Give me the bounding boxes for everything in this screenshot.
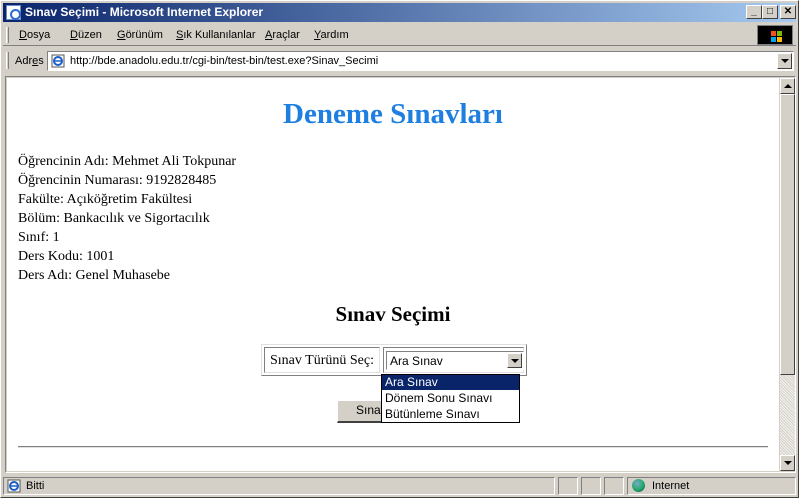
menu-view-label: örünüm [125, 29, 163, 41]
status-bar: Bitti Internet [3, 476, 796, 496]
section-title: Sınav Seçimi [335, 302, 451, 326]
window-title: Sınav Seçimi - Microsoft Internet Explor… [25, 5, 264, 19]
course-name: Ders Adı: Genel Muhasebe [18, 268, 171, 283]
status-pane [558, 477, 578, 495]
maximize-button[interactable]: □ [762, 5, 778, 19]
menu-edit-accel: D [70, 29, 78, 41]
menu-view-accel: G [117, 29, 126, 41]
option-midterm[interactable]: Ara Sınav [382, 375, 519, 390]
exam-type-dropdown-button[interactable] [507, 353, 522, 368]
vertical-scrollbar[interactable] [780, 78, 795, 471]
department: Bölüm: Bankacılık ve Sigortacılık [18, 211, 210, 226]
arrow-down-icon [784, 461, 792, 465]
student-name: Öğrencinin Adı: Mehmet Ali Tokpunar [18, 154, 237, 169]
toolbar-grip[interactable] [6, 27, 9, 43]
page-title: Deneme Sınavları [283, 98, 503, 130]
student-info: Öğrencinin Adı: Mehmet Ali Tokpunar Öğre… [18, 152, 236, 285]
course-code: Ders Kodu: 1001 [18, 249, 115, 264]
scroll-up-button[interactable] [780, 78, 795, 94]
browser-window: Sınav Seçimi - Microsoft Internet Explor… [0, 0, 799, 498]
address-label-post: s [38, 55, 44, 67]
faculty: Fakülte: Açıköğretim Fakültesi [18, 192, 193, 207]
student-number: Öğrencinin Numarası: 9192828485 [18, 173, 217, 188]
chevron-down-icon [511, 359, 519, 363]
menu-file-accel: D [19, 29, 27, 41]
content-frame: Deneme Sınavları Öğrencinin Adı: Mehmet … [5, 76, 796, 473]
address-bar: Adres http://bde.anadolu.edu.tr/cgi-bin/… [3, 48, 796, 73]
menu-tools-label: raçlar [272, 29, 300, 41]
option-final[interactable]: Dönem Sonu Sınavı [382, 391, 519, 406]
scroll-down-button[interactable] [780, 455, 795, 471]
status-main-pane: Bitti [3, 477, 555, 495]
address-label: Adres [15, 55, 44, 67]
status-text: Bitti [26, 480, 45, 492]
zone-text: Internet [652, 480, 690, 492]
close-button[interactable]: ✕ [780, 5, 796, 19]
select-cell: Ara Sınav [383, 347, 524, 373]
windows-logo-icon [757, 25, 793, 45]
status-pane [581, 477, 601, 495]
menu-view[interactable]: Görünüm [117, 29, 163, 41]
status-pane [604, 477, 624, 495]
address-url: http://bde.anadolu.edu.tr/cgi-bin/test-b… [70, 55, 379, 67]
exam-type-select[interactable]: Ara Sınav [386, 351, 524, 370]
menu-edit[interactable]: Düzen [70, 29, 102, 41]
exam-select-table: Sınav Türünü Seç: Ara Sınav [261, 344, 527, 376]
scroll-thumb[interactable] [780, 94, 795, 375]
menu-help-label: ardım [320, 29, 349, 41]
select-label-cell: Sınav Türünü Seç: [264, 347, 380, 373]
menu-help[interactable]: Yardım [314, 29, 349, 41]
menu-bar: Dosya Düzen Görünüm Sık Kullanılanlar Ar… [3, 24, 796, 46]
menu-favorites[interactable]: Sık Kullanılanlar [176, 29, 256, 41]
ie-page-icon [7, 479, 21, 493]
exam-type-value: Ara Sınav [390, 354, 443, 368]
divider [18, 446, 768, 448]
address-label-pre: Adr [15, 55, 33, 67]
menu-file-label: osya [26, 29, 51, 41]
page-content: Deneme Sınavları Öğrencinin Adı: Mehmet … [7, 78, 779, 471]
address-input[interactable]: http://bde.anadolu.edu.tr/cgi-bin/test-b… [47, 51, 794, 71]
option-makeup[interactable]: Bütünleme Sınavı [382, 407, 519, 422]
menu-tools[interactable]: Araçlar [265, 29, 300, 41]
menu-edit-label: üzen [77, 29, 102, 41]
ie-page-icon [51, 54, 65, 68]
menu-file[interactable]: Dosya [19, 29, 50, 41]
address-dropdown-button[interactable] [777, 53, 792, 69]
title-bar[interactable]: Sınav Seçimi - Microsoft Internet Explor… [3, 3, 796, 22]
class: Sınıf: 1 [18, 230, 60, 245]
arrow-up-icon [784, 84, 792, 88]
ie-icon [6, 5, 21, 20]
minimize-button[interactable]: _ [746, 5, 762, 19]
exam-type-label: Sınav Türünü Seç: [270, 353, 374, 368]
address-grip[interactable] [6, 52, 9, 69]
menu-favorites-label: ık Kullanılanlar [183, 29, 256, 41]
exam-type-options: Ara Sınav Dönem Sonu Sınavı Bütünleme Sı… [381, 374, 520, 423]
globe-icon [632, 479, 645, 492]
chevron-down-icon [781, 59, 789, 63]
security-zone-pane: Internet [627, 477, 796, 495]
